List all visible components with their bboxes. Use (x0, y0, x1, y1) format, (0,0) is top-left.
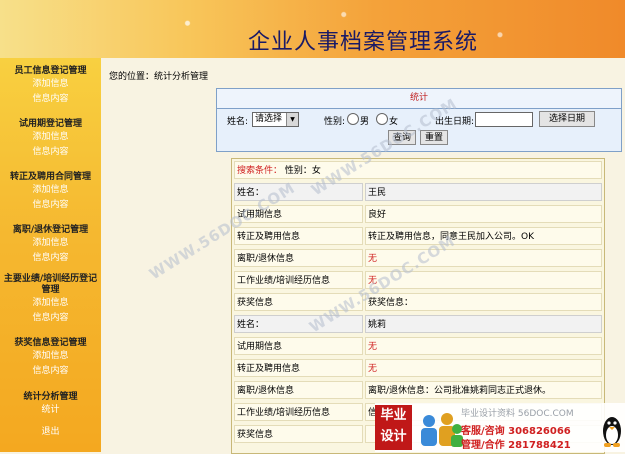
row-label: 工作业绩/培训经历信息 (234, 271, 363, 289)
sidebar-group-title: 员工信息登记管理 (14, 66, 87, 76)
row-label: 离职/退休信息 (234, 249, 363, 267)
row-value: 无 (365, 359, 602, 377)
sidebar-item-statistics[interactable]: 统计 (0, 403, 101, 418)
search-condition-row: 搜索条件： 性别：女 (232, 159, 604, 181)
ad-logo-bottom: 设计 (380, 429, 407, 444)
row-label: 姓名： (234, 183, 363, 201)
search-condition-label: 搜索条件： (237, 166, 283, 176)
ad-line3-value: 281788421 (508, 440, 571, 451)
sidebar-item-add[interactable]: 添加信息 (0, 236, 101, 251)
gender-male-radio[interactable] (347, 113, 359, 125)
penguin-icon (603, 417, 621, 447)
table-row: 试用期信息无 (232, 335, 604, 357)
row-value: 离职/退休信息：公司批准姚莉同志正式退休。 (365, 381, 602, 399)
table-row: 离职/退休信息 离职/退休信息：公司批准姚莉同志正式退休。 (232, 379, 604, 401)
sidebar-group-title: 获奖信息登记管理 (14, 338, 87, 348)
sidebar-item-content[interactable]: 信息内容 (0, 145, 101, 160)
sidebar-item-add[interactable]: 添加信息 (0, 349, 101, 364)
app-title: 企业人事档案管理系统 (248, 30, 479, 55)
search-condition-value: 性别：女 (284, 166, 321, 176)
ad-logo-top: 毕业 (380, 408, 407, 423)
table-row: 姓名： 姚莉 (232, 313, 604, 335)
sidebar-item-add[interactable]: 添加信息 (0, 296, 101, 311)
sidebar-group-title: 主要业绩/培训经历登记管理 (3, 274, 98, 295)
table-row: 试用期信息 良好 (232, 203, 604, 225)
sidebar-group-title: 离职/退休登记管理 (12, 225, 89, 235)
row-label: 工作业绩/培训经历信息 (234, 403, 363, 421)
row-value: 姚莉 (365, 315, 602, 333)
row-label: 转正及聘用信息 (234, 359, 363, 377)
sidebar-group-resign: 离职/退休登记管理 添加信息 信息内容 (0, 225, 101, 266)
sidebar-item-content[interactable]: 信息内容 (0, 198, 101, 213)
gender-female-radio[interactable] (376, 113, 388, 125)
ad-line3: 管理/合作 281788421 (461, 436, 571, 451)
birth-date-input[interactable] (475, 112, 533, 127)
sidebar-group-title: 统计分析管理 (23, 392, 78, 402)
sidebar-group-probation: 试用期登记管理 添加信息 信息内容 (0, 119, 101, 160)
sidebar-group-employee: 员工信息登记管理 添加信息 信息内容 (0, 66, 101, 107)
gender-female-label: 女 (389, 117, 399, 127)
statistics-header: 统计 (217, 89, 621, 109)
sidebar-item-content[interactable]: 信息内容 (0, 92, 101, 107)
row-label: 转正及聘用信息 (234, 227, 363, 245)
sidebar-group-statistics: 统计分析管理 统计 (0, 392, 101, 418)
sidebar-group-awards: 获奖信息登记管理 添加信息 信息内容 (0, 338, 101, 379)
row-value: 转正及聘用信息，同意王民加入公司。OK (365, 227, 602, 245)
row-value: 良好 (365, 205, 602, 223)
sidebar-item-content[interactable]: 信息内容 (0, 251, 101, 266)
gender-label: 性别: (324, 117, 346, 127)
sidebar-group-performance: 主要业绩/培训经历登记管理 添加信息 信息内容 (0, 274, 101, 326)
chevron-down-icon: ▼ (286, 113, 298, 126)
sidebar-item-content[interactable]: 信息内容 (0, 364, 101, 379)
pick-date-button[interactable]: 选择日期 (539, 111, 595, 127)
sidebar-item-content[interactable]: 信息内容 (0, 311, 101, 326)
sidebar-item-add[interactable]: 添加信息 (0, 77, 101, 92)
row-value: 获奖信息： (365, 293, 602, 311)
sidebar-group-title: 试用期登记管理 (18, 119, 82, 129)
row-label: 试用期信息 (234, 337, 363, 355)
sidebar-item-add[interactable]: 添加信息 (0, 130, 101, 145)
row-label: 获奖信息 (234, 425, 363, 443)
sidebar-group-title: 转正及聘用合同管理 (9, 172, 91, 182)
row-value: 无 (365, 337, 602, 355)
header-banner: 企业人事档案管理系统 (0, 0, 625, 58)
row-label: 离职/退休信息 (234, 381, 363, 399)
ad-line3-label: 管理/合作 (461, 440, 505, 451)
sidebar: 员工信息登记管理 添加信息 信息内容 试用期登记管理 添加信息 信息内容 转正及… (0, 58, 101, 452)
name-select[interactable]: 请选择 ▼ (252, 112, 299, 127)
advertisement-banner: 毕业 设计 毕业设计资料 56DOC.COM 客服/咨询 306826066 管… (375, 403, 625, 452)
name-select-value: 请选择 (255, 114, 283, 124)
sidebar-group-exit: 退出 (0, 425, 101, 440)
ad-logo: 毕业 设计 (375, 405, 412, 450)
gender-male-label: 男 (360, 117, 370, 127)
row-value: 王民 (365, 183, 602, 201)
name-label: 姓名: (227, 117, 249, 127)
table-row: 转正及聘用信息 转正及聘用信息，同意王民加入公司。OK (232, 225, 604, 247)
breadcrumb: 您的位置：统计分析管理 (109, 72, 209, 82)
table-row: 获奖信息 获奖信息： (232, 291, 604, 313)
people-icon (421, 413, 463, 447)
ad-line2: 客服/咨询 306826066 (461, 422, 571, 437)
sidebar-item-logout[interactable]: 退出 (0, 425, 101, 440)
search-condition: 搜索条件： 性别：女 (234, 161, 602, 179)
sidebar-item-add[interactable]: 添加信息 (0, 183, 101, 198)
ad-line1: 毕业设计资料 56DOC.COM (461, 409, 574, 419)
table-row: 转正及聘用信息无 (232, 357, 604, 379)
sidebar-group-contract: 转正及聘用合同管理 添加信息 信息内容 (0, 172, 101, 213)
